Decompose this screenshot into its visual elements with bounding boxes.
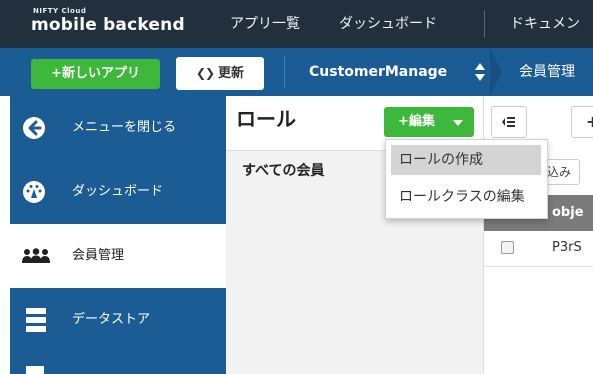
indent-left-icon (502, 117, 515, 127)
all-members-item[interactable]: すべての会員 (242, 160, 324, 180)
nav-app-list[interactable]: アプリ一覧 (230, 0, 300, 48)
sidebar-item-close-menu[interactable]: メニューを閉じる (10, 96, 226, 160)
sidebar-item-label: 会員管理 (72, 248, 125, 263)
sort-updown-icon[interactable] (474, 62, 486, 82)
users-icon (22, 248, 50, 263)
menu-item-edit-role-class[interactable]: ロールクラスの編集 (391, 182, 541, 212)
brand-logo[interactable]: NIFTY Cloud mobile backend (31, 8, 185, 34)
sidebar-item-more[interactable] (10, 352, 226, 374)
refresh-label: 更新 (218, 66, 245, 81)
toolbar-divider (284, 56, 285, 88)
role-title: ロール (236, 107, 296, 131)
new-app-button[interactable]: +新しいアプリ (31, 59, 160, 89)
sidebar-item-label: ダッシュボード (72, 184, 164, 199)
refresh-button[interactable]: ❮❯ 更新 (176, 57, 264, 90)
table-row-divider (484, 266, 593, 267)
caret-down-icon (453, 120, 463, 126)
row-checkbox[interactable] (501, 241, 514, 254)
sidebar-item-members[interactable]: 会員管理 (10, 224, 226, 288)
file-icon (26, 366, 44, 374)
database-icon (26, 308, 46, 332)
breadcrumb-arrow (490, 48, 502, 96)
app-selector[interactable]: CustomerManage (309, 48, 447, 96)
logo-title: mobile backend (31, 15, 185, 35)
breadcrumb-current[interactable]: 会員管理 (519, 48, 575, 96)
nav-dashboard[interactable]: ダッシュボード (339, 0, 437, 48)
sidebar-item-label: メニューを閉じる (72, 120, 177, 135)
sidebar-item-label: データストア (72, 312, 151, 327)
sidebar-item-dashboard[interactable]: ダッシュボード (10, 160, 226, 224)
logo-subtitle: NIFTY Cloud (33, 7, 87, 15)
nav-documents[interactable]: ドキュメン (510, 0, 580, 48)
nav-divider (484, 10, 485, 38)
menu-item-create-role[interactable]: ロールの作成 (391, 145, 541, 175)
table-cell-objectid[interactable]: P3rS (552, 236, 582, 260)
arrow-left-circle-icon (23, 117, 45, 139)
sidebar-item-datastore[interactable]: データストア (10, 288, 226, 352)
collapse-panel-button[interactable] (491, 106, 527, 138)
column-header-objectid[interactable]: obje (552, 195, 584, 231)
refresh-icon: ❮❯ (195, 66, 215, 80)
speedometer-icon (23, 181, 45, 203)
add-member-button[interactable]: + (571, 106, 593, 138)
